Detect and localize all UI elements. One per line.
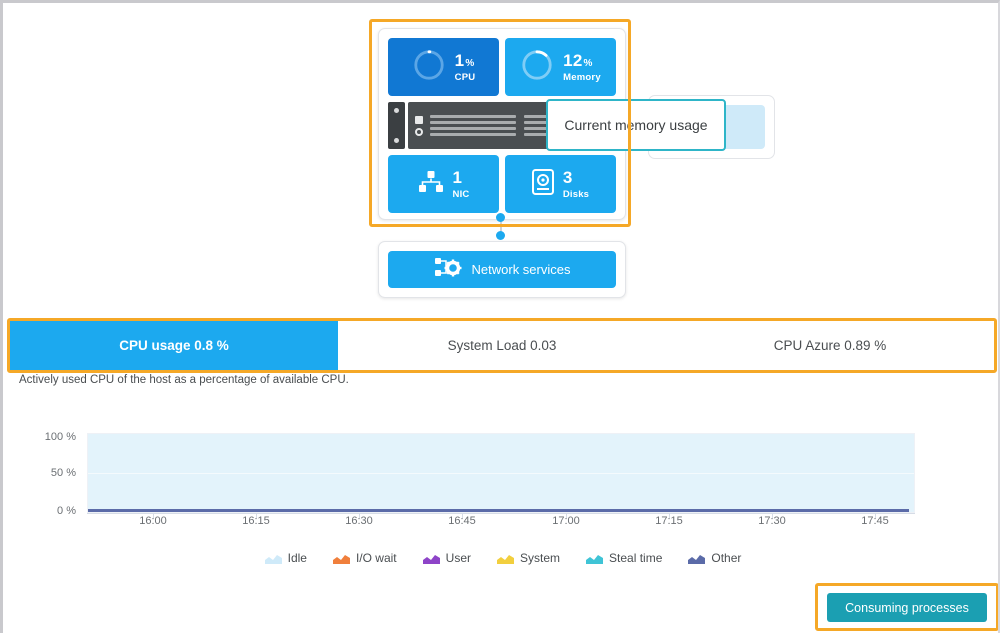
memory-tooltip-text: Current memory usage [564,117,708,133]
tab-system-load[interactable]: System Load 0.03 [338,321,666,370]
tile-cpu-text: 1% CPU [455,52,476,83]
legend-item-io-wait[interactable]: I/O wait [332,551,397,565]
tile-nic-label: NIC [452,188,470,200]
tile-disks-value: 3 [562,167,573,187]
tile-nic[interactable]: 1 NIC [388,155,499,213]
tab-system-load-label: System Load 0.03 [447,338,557,353]
chart-x-axis-line [87,513,915,514]
donut-gauge-icon [412,48,446,87]
consuming-processes-label: Consuming processes [845,600,969,615]
tile-memory-value: 12% [563,50,593,70]
legend-label-user: User [445,551,471,565]
y-axis-label-100: 100 % [44,431,76,443]
legend-item-user[interactable]: User [422,551,471,565]
consuming-processes-button[interactable]: Consuming processes [827,593,987,622]
tile-memory[interactable]: 12% Memory [505,38,616,96]
tile-disks-label: Disks [562,188,590,200]
tab-cpu-usage-label: CPU usage 0.8 % [119,338,229,353]
legend-label-system: System [520,551,561,565]
tile-memory-label: Memory [563,71,601,83]
y-axis-label-0: 0 % [57,505,76,517]
tile-cpu-label: CPU [454,71,476,83]
y-axis-label-50: 50 % [50,467,76,479]
legend-label-other: Other [711,551,742,565]
legend-area-icon [497,552,514,564]
legend-area-icon [422,552,440,564]
tile-row-bottom: 1 NIC 3 Disks [388,155,616,213]
disk-icon [531,168,554,200]
network-services-label: Network services [471,262,571,277]
tile-memory-text: 12% Memory [563,52,601,83]
network-services-button[interactable]: Network services [388,251,616,288]
tab-cpu-azure[interactable]: CPU Azure 0.89 % [666,321,994,370]
legend-area-icon [332,552,350,564]
chart-legend: Idle I/O wait User System Steal time Oth… [3,551,998,565]
tile-disks-text: 3 Disks [563,169,589,200]
tile-cpu[interactable]: 1% CPU [388,38,499,96]
metric-description: Actively used CPU of the host as a perce… [19,374,349,386]
tab-cpu-azure-label: CPU Azure 0.89 % [773,338,887,353]
legend-area-icon [688,552,706,564]
legend-label-io-wait: I/O wait [355,551,397,565]
legend-area-icon [586,552,604,564]
legend-item-system[interactable]: System [497,551,560,565]
legend-label-idle: Idle [287,551,307,565]
legend-item-steal-time[interactable]: Steal time [586,551,662,565]
metric-tab-bar: CPU usage 0.8 % System Load 0.03 CPU Azu… [10,321,994,370]
tile-disks[interactable]: 3 Disks [505,155,616,213]
network-services-panel: Network services [378,241,626,298]
donut-gauge-icon [520,48,554,87]
legend-item-idle[interactable]: Idle [264,551,307,565]
tile-row-top: 1% CPU 12% Memory [388,38,616,96]
tile-nic-value: 1 [452,167,463,187]
tile-cpu-value: 1% [454,50,475,70]
legend-item-other[interactable]: Other [688,551,741,565]
network-gear-icon [434,257,462,282]
topology-connector-dot-upper [496,213,505,222]
legend-area-icon [264,552,282,564]
topology-connector-dot-lower [496,231,505,240]
network-icon [418,170,444,199]
tab-cpu-usage[interactable]: CPU usage 0.8 % [10,321,338,370]
chart-plot-frame [87,433,915,513]
legend-label-steal-time: Steal time [609,551,663,565]
dashboard-screen: 1% CPU 12% Memory 1 NIC 3 Disks Network … [0,0,1000,633]
tile-nic-text: 1 NIC [453,169,470,200]
memory-tooltip: Current memory usage [546,99,726,151]
